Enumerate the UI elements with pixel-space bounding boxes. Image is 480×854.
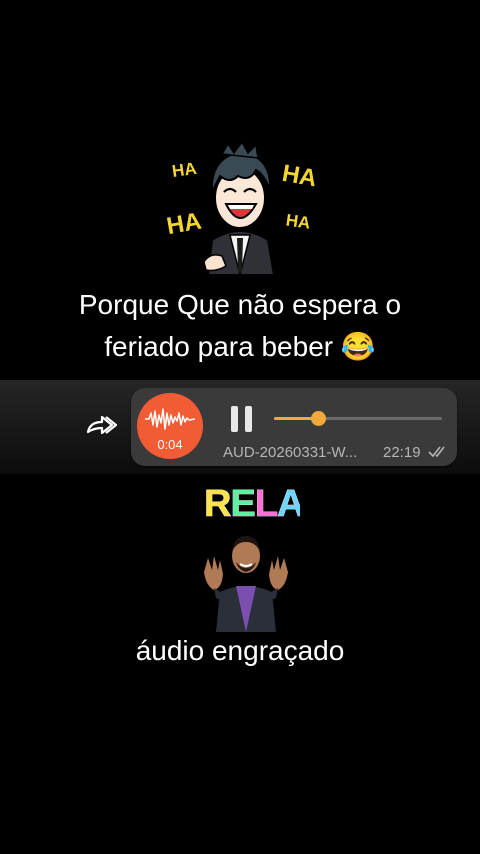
- audio-message-bubble[interactable]: 0:04 AUD-20260331-W... 22:19: [131, 388, 457, 466]
- bottom-caption: áudio engraçado: [135, 635, 345, 666]
- audio-progress-handle[interactable]: [310, 411, 326, 426]
- caption-line-2: feriado para beber 😂: [104, 331, 376, 362]
- waveform-icon: [145, 408, 195, 430]
- pause-icon: [231, 406, 238, 432]
- ha-text-1: HA: [171, 159, 198, 181]
- meme-caption: Porque Que não espera o feriado para beb…: [0, 284, 480, 368]
- audio-progress-slider[interactable]: [274, 411, 442, 426]
- caption-line-1: Porque Que não espera o: [78, 289, 402, 320]
- ha-text-2: HA: [165, 208, 204, 241]
- relax-letter: E: [230, 483, 254, 524]
- svg-text:RELAX: RELAX: [204, 483, 300, 524]
- ha-text-3: HA: [280, 160, 319, 193]
- message-time: 22:19: [383, 444, 421, 461]
- pause-button[interactable]: [231, 406, 255, 434]
- ha-text-4: HA: [285, 211, 312, 233]
- forward-icon[interactable]: [84, 412, 118, 436]
- double-check-icon: [428, 445, 450, 464]
- audio-filename: AUD-20260331-W...: [223, 444, 358, 461]
- presenter-sticker: [198, 528, 294, 632]
- audio-avatar: 0:04: [137, 393, 203, 459]
- relax-sticker: RELAX: [200, 478, 331, 526]
- relax-letter: R: [204, 483, 231, 524]
- relax-letter: A: [277, 483, 300, 524]
- audio-duration: 0:04: [157, 437, 183, 452]
- relax-letter: L: [255, 483, 278, 524]
- laughing-character-sticker: HA HA HA HA: [160, 140, 320, 276]
